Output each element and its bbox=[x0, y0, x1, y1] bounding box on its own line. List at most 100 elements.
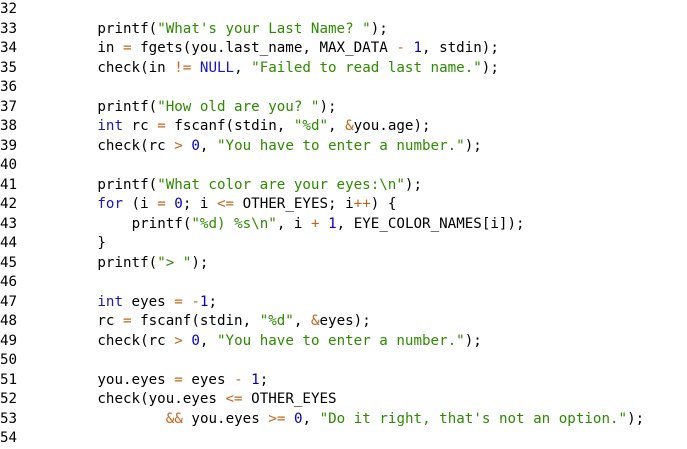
line-number: 41 bbox=[0, 176, 18, 193]
line-number: 34 bbox=[0, 40, 18, 56]
code-text: printf("What color are your eyes:\n"); bbox=[97, 176, 422, 196]
code-token: in bbox=[97, 40, 124, 56]
code-token: ); bbox=[627, 410, 645, 427]
code-text: int eyes = -1; bbox=[97, 293, 217, 313]
code-line[interactable]: 37 printf("How old are you? "); bbox=[0, 98, 687, 118]
code-token: , bbox=[199, 137, 217, 154]
code-token: check(rc bbox=[97, 332, 175, 349]
code-line[interactable]: 42 for (i = 0; i <= OTHER_EYES; i++) { bbox=[0, 195, 687, 215]
code-line[interactable]: 45 printf("> "); bbox=[0, 254, 687, 274]
code-text: printf("%d) %s\n", i + 1, EYE_COLOR_NAME… bbox=[132, 215, 525, 235]
code-token: ); bbox=[404, 176, 422, 193]
code-token: (i bbox=[123, 196, 158, 212]
code-token: 1 bbox=[251, 371, 260, 388]
code-token: <= bbox=[225, 391, 243, 407]
line-number: 53 bbox=[0, 410, 18, 427]
code-token: you.age); bbox=[353, 118, 431, 134]
code-token: <= bbox=[217, 196, 235, 212]
code-token: & bbox=[345, 118, 354, 134]
code-text: printf("What's your Last Name? "); bbox=[97, 20, 387, 40]
code-token: eyes bbox=[182, 371, 235, 388]
code-token: , i bbox=[276, 215, 311, 232]
code-text: printf("How old are you? "); bbox=[97, 98, 336, 118]
code-text: printf("> "); bbox=[97, 254, 208, 274]
code-text: check(rc > 0, "You have to enter a numbe… bbox=[97, 137, 481, 157]
line-number: 35 bbox=[0, 59, 18, 76]
code-token: ); bbox=[481, 59, 499, 76]
code-line[interactable]: 41 printf("What color are your eyes:\n"); bbox=[0, 176, 687, 196]
code-token: 0 bbox=[191, 137, 200, 154]
code-text: in = fgets(you.last_name, MAX_DATA - 1, … bbox=[97, 39, 498, 59]
code-token: eyes bbox=[123, 293, 175, 310]
code-line[interactable]: 33 printf("What's your Last Name? "); bbox=[0, 20, 687, 40]
code-line[interactable]: 35 check(in != NULL, "Failed to read last… bbox=[0, 59, 687, 79]
code-line[interactable]: 32 bbox=[0, 0, 687, 20]
code-line[interactable]: 39 check(rc > 0, "You have to enter a num… bbox=[0, 137, 687, 157]
code-token: && bbox=[165, 410, 183, 427]
code-line[interactable]: 38 int rc = fscanf(stdin, "%d", &you.age)… bbox=[0, 117, 687, 137]
line-number: 33 bbox=[0, 20, 18, 37]
code-line[interactable]: 50 bbox=[0, 351, 687, 371]
line-number: 52 bbox=[0, 391, 18, 407]
code-line[interactable]: 44} bbox=[0, 234, 687, 254]
code-token: "%d" bbox=[259, 313, 294, 329]
code-line[interactable]: 49 check(rc > 0, "You have to enter a num… bbox=[0, 332, 687, 352]
code-token: 0 bbox=[174, 196, 183, 212]
code-line[interactable]: 40 bbox=[0, 156, 687, 176]
code-token: OTHER_EYES bbox=[242, 391, 337, 407]
code-token: = bbox=[174, 293, 183, 310]
code-token: ; i bbox=[182, 196, 217, 212]
code-line[interactable]: 36 bbox=[0, 78, 687, 98]
code-token: printf( bbox=[131, 215, 192, 232]
code-token: , bbox=[293, 313, 311, 329]
code-token: OTHER_EYES; i bbox=[234, 196, 354, 212]
code-line[interactable]: 54 bbox=[0, 429, 687, 449]
code-token: ; bbox=[259, 371, 269, 388]
line-number: 46 bbox=[0, 274, 18, 290]
code-line[interactable]: 47 int eyes = -1; bbox=[0, 293, 687, 313]
code-token: >= bbox=[268, 410, 286, 427]
code-line[interactable]: 52 check(you.eyes <= OTHER_EYES bbox=[0, 390, 687, 410]
code-token: + bbox=[310, 215, 320, 232]
code-token: "You have to enter a number." bbox=[217, 137, 465, 154]
code-token: "Do it right, that's not an option." bbox=[319, 410, 628, 427]
code-token: ; bbox=[208, 293, 217, 310]
line-number: 32 bbox=[0, 1, 18, 17]
code-token: ++ bbox=[353, 196, 371, 212]
code-line[interactable]: 48 rc = fscanf(stdin, "%d", &eyes); bbox=[0, 312, 687, 332]
code-line[interactable]: 53 && you.eyes >= 0, "Do it right, that's… bbox=[0, 410, 687, 430]
code-token: , bbox=[328, 118, 346, 134]
code-token: "You have to enter a number." bbox=[217, 332, 465, 349]
code-line[interactable]: 46 bbox=[0, 273, 687, 293]
code-editor[interactable]: 32 33 printf("What's your Last Name? "); 34… bbox=[0, 0, 687, 449]
line-number: 44 bbox=[0, 235, 18, 251]
code-text: int rc = fscanf(stdin, "%d", &you.age); bbox=[97, 117, 430, 137]
code-token: , EYE_COLOR_NAMES[i]); bbox=[336, 215, 525, 232]
line-number: 48 bbox=[0, 313, 18, 329]
code-line[interactable]: 51 you.eyes = eyes - 1; bbox=[0, 371, 687, 391]
code-token: = bbox=[174, 371, 183, 388]
line-number: 49 bbox=[0, 332, 18, 349]
code-token: NULL bbox=[199, 59, 235, 76]
code-line[interactable]: 43 printf("%d) %s\n", i + 1, EYE_COLOR_NA… bbox=[0, 215, 687, 235]
code-token: fscanf(stdin, bbox=[131, 313, 260, 329]
code-text: check(you.eyes <= OTHER_EYES bbox=[97, 390, 336, 410]
code-text: && you.eyes >= 0, "Do it right, that's n… bbox=[166, 410, 644, 430]
code-token: printf( bbox=[97, 176, 158, 193]
code-token: 0 bbox=[293, 410, 303, 427]
line-number: 45 bbox=[0, 254, 18, 271]
code-token: "How old are you? " bbox=[157, 98, 320, 115]
code-token: 1 bbox=[328, 215, 337, 232]
code-token: & bbox=[310, 313, 320, 329]
code-token: fscanf(stdin, bbox=[165, 118, 294, 134]
code-token: printf( bbox=[97, 98, 158, 115]
code-token: ) { bbox=[370, 196, 397, 212]
code-line[interactable]: 34 in = fgets(you.last_name, MAX_DATA - 1… bbox=[0, 39, 687, 59]
line-number: 39 bbox=[0, 137, 18, 154]
code-token: rc bbox=[123, 118, 158, 134]
line-number: 37 bbox=[0, 98, 18, 115]
code-token: > bbox=[174, 137, 183, 154]
code-token: = bbox=[123, 40, 132, 56]
